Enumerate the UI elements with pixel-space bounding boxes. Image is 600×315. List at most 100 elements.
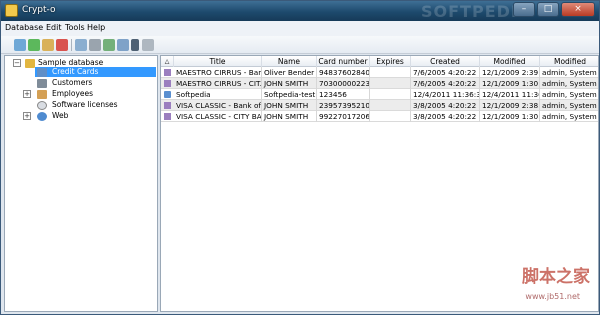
- globe-icon: [37, 112, 47, 121]
- tree-item-software-licenses[interactable]: Software licenses: [35, 100, 156, 110]
- cell-name: JOHN SMITH: [262, 100, 317, 111]
- cell-modified-date: 12/1/2009 2:39:13 ...: [482, 67, 540, 78]
- tree-item-credit-cards[interactable]: Credit Cards: [35, 67, 156, 77]
- dropdown-icon[interactable]: [131, 39, 139, 51]
- cell-modified-date: 12/1/2009 1:30:28 ...: [482, 78, 540, 89]
- cell-modified-by: admin, System Adr: [542, 79, 598, 88]
- credit-card-icon: [164, 102, 171, 109]
- cell-name: Softpedia-test: [264, 89, 317, 100]
- credit-card-icon: [164, 69, 171, 76]
- cell-expires: [370, 78, 411, 89]
- tree-item-customers[interactable]: Customers: [35, 78, 156, 88]
- cell-expires: [370, 67, 411, 78]
- toolbar-separator: [71, 39, 72, 51]
- records-grid: △ Title Name Card number Expires Created…: [160, 55, 599, 312]
- minimize-button[interactable]: –: [513, 2, 535, 17]
- cell-expires: [370, 89, 411, 100]
- menu-help[interactable]: Help: [87, 23, 105, 32]
- watermark-bottom: 脚本之家: [522, 267, 590, 287]
- tree-item-label: Employees: [52, 89, 94, 98]
- table-row[interactable]: VISA CLASSIC - CITY BANK JOHN SMITH 9922…: [161, 111, 598, 122]
- cell-modified-date: 12/1/2009 1:30:14 ...: [482, 111, 540, 122]
- cell-title: MAESTRO CIRRUS - Ban...: [176, 67, 262, 78]
- open-database-icon[interactable]: [14, 39, 26, 51]
- disc-icon: [37, 101, 47, 110]
- cell-name: JOHN SMITH: [262, 78, 317, 89]
- cell-modified-date: 12/4/2011 11:36:3...: [482, 89, 540, 100]
- toolbar: [1, 36, 599, 54]
- column-card-number[interactable]: Card number: [317, 56, 370, 67]
- cell-expires: [370, 100, 411, 111]
- credit-card-icon: [37, 68, 47, 77]
- cell-created: 7/6/2005 4:20:22 PM: [411, 67, 480, 78]
- application-window: Crypt-o SOFTPEDIA – □ × Database Edit To…: [0, 0, 600, 315]
- cell-title: VISA CLASSIC - CITY BANK: [176, 111, 262, 122]
- column-created[interactable]: Created: [411, 56, 480, 67]
- grid-header: △ Title Name Card number Expires Created…: [161, 56, 598, 67]
- copy-icon[interactable]: [117, 39, 129, 51]
- collapse-toggle-icon[interactable]: −: [13, 59, 21, 67]
- cell-modified-by: admin, System Adr: [542, 68, 598, 77]
- calculator-icon[interactable]: [142, 39, 154, 51]
- cell-created: 3/8/2005 4:20:22 PM: [411, 100, 480, 111]
- tree-item-label: Web: [52, 111, 69, 120]
- cell-title: VISA CLASSIC - Bank of ...: [176, 100, 262, 111]
- table-row[interactable]: Softpedia Softpedia-test 123456 12/4/201…: [161, 89, 598, 100]
- expand-toggle-icon[interactable]: +: [23, 90, 31, 98]
- cell-created: 7/6/2005 4:20:22 PM: [411, 78, 480, 89]
- cell-name: JOHN SMITH: [262, 111, 317, 122]
- delete-icon[interactable]: [56, 39, 68, 51]
- search-icon[interactable]: [75, 39, 87, 51]
- menu-database[interactable]: Database: [5, 23, 43, 32]
- edit-icon[interactable]: [42, 39, 54, 51]
- print-icon[interactable]: [89, 39, 101, 51]
- menu-bar: Database Edit Tools Help: [1, 21, 599, 36]
- sort-indicator-icon[interactable]: △: [161, 56, 174, 67]
- column-modified-by[interactable]: Modified: [540, 56, 598, 67]
- cell-title: Softpedia: [174, 89, 262, 100]
- add-icon[interactable]: [28, 39, 40, 51]
- title-bar[interactable]: Crypt-o SOFTPEDIA – □ ×: [1, 1, 599, 21]
- tree-item-label: Credit Cards: [52, 67, 99, 76]
- cell-modified-by: admin, System Adr: [542, 112, 598, 121]
- expand-toggle-icon[interactable]: +: [23, 112, 31, 120]
- column-title[interactable]: Title: [174, 56, 262, 67]
- cell-card-number: 239573952100:...: [319, 100, 370, 111]
- cell-expires: [370, 111, 411, 122]
- credit-card-icon: [164, 113, 171, 120]
- employees-icon: [37, 90, 47, 99]
- close-button[interactable]: ×: [561, 2, 595, 17]
- cell-card-number: 703000002233:...: [319, 78, 370, 89]
- cell-created: 12/4/2011 11:36:3...: [411, 89, 480, 100]
- table-row[interactable]: MAESTRO CIRRUS - CIT... JOHN SMITH 70300…: [161, 78, 598, 89]
- column-name[interactable]: Name: [262, 56, 317, 67]
- column-expires[interactable]: Expires: [370, 56, 411, 67]
- export-icon[interactable]: [103, 39, 115, 51]
- cell-card-number: 948376028409:...: [319, 67, 370, 78]
- cell-modified-by: admin, System Adr: [542, 101, 598, 110]
- tree-root-label: Sample database: [38, 58, 104, 67]
- app-lock-icon: [5, 4, 18, 17]
- cell-created: 3/8/2005 4:20:22 PM: [411, 111, 480, 122]
- database-tree: − Sample database Credit Cards Customers…: [4, 55, 158, 312]
- watermark-url: www.jb51.net: [525, 292, 580, 301]
- cell-title: MAESTRO CIRRUS - CIT...: [176, 78, 262, 89]
- cell-modified-by: admin, System Adr: [542, 90, 598, 99]
- window-title: Crypt-o: [22, 5, 56, 15]
- tree-item-label: Customers: [52, 78, 93, 87]
- menu-tools[interactable]: Tools: [65, 23, 85, 32]
- tree-item-label: Software licenses: [52, 100, 118, 109]
- table-row[interactable]: MAESTRO CIRRUS - Ban... Oliver Bender 94…: [161, 67, 598, 78]
- column-modified-date[interactable]: Modified: [480, 56, 540, 67]
- table-row[interactable]: VISA CLASSIC - Bank of ... JOHN SMITH 23…: [161, 100, 598, 111]
- cell-card-number: 123456: [317, 89, 370, 100]
- database-icon: [25, 59, 35, 68]
- cell-name: Oliver Bender: [262, 67, 317, 78]
- web-login-icon: [164, 91, 171, 98]
- cell-modified-date: 12/1/2009 2:38:30 ...: [482, 100, 540, 111]
- tree-item-web[interactable]: + Web: [23, 111, 156, 121]
- maximize-button[interactable]: □: [537, 2, 559, 17]
- menu-edit[interactable]: Edit: [46, 23, 62, 32]
- credit-card-icon: [164, 80, 171, 87]
- tree-item-employees[interactable]: + Employees: [23, 89, 156, 99]
